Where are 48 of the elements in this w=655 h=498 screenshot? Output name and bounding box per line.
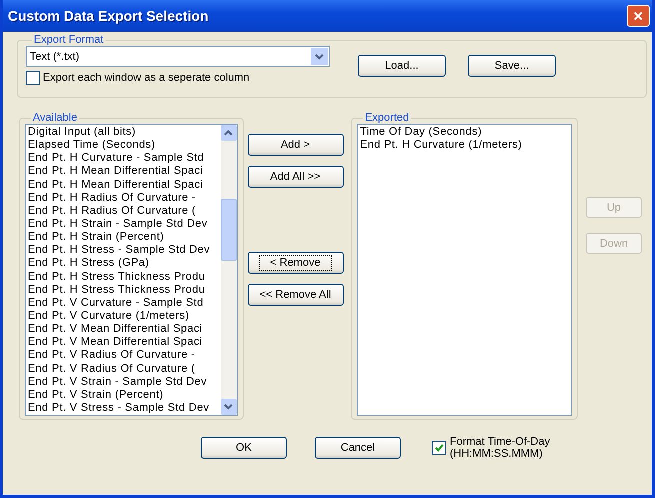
dialog-button[interactable]: OK bbox=[201, 437, 287, 459]
scrollbar[interactable] bbox=[220, 125, 237, 415]
list-item[interactable]: End Pt. V Curvature - Sample Std bbox=[28, 296, 219, 310]
list-item[interactable]: End Pt. V Mean Differential Spaci bbox=[28, 336, 219, 350]
list-item[interactable]: End Pt. V Radius Of Curvature - bbox=[28, 349, 219, 363]
list-item[interactable]: Time Of Day (Seconds) bbox=[360, 126, 569, 140]
list-item[interactable]: Elapsed Time (Seconds) bbox=[28, 139, 219, 152]
format-dropdown[interactable]: Text (*.txt) bbox=[26, 46, 330, 67]
list-item[interactable]: End Pt. H Curvature (1/meters) bbox=[360, 139, 569, 152]
list-item[interactable]: End Pt. H Mean Differential Spaci bbox=[28, 165, 219, 179]
close-button[interactable]: ✕ bbox=[627, 5, 650, 27]
scroll-down-icon[interactable] bbox=[220, 399, 237, 415]
checkbox[interactable] bbox=[26, 71, 40, 85]
list-item[interactable]: End Pt. H Strain - Sample Std Dev bbox=[28, 218, 219, 232]
list-item[interactable]: End Pt. H Stress Thickness Produ bbox=[28, 270, 219, 284]
exported-list[interactable]: Time Of Day (Seconds) End Pt. H Curvature (1/meters) bbox=[357, 124, 572, 416]
group-label: Export Format bbox=[33, 34, 105, 46]
list-item[interactable]: End Pt. H Stress (GPa) bbox=[28, 257, 219, 271]
transfer-button[interactable]: Add All >> bbox=[248, 166, 344, 188]
list-item[interactable]: Digital Input (all bits) bbox=[28, 126, 219, 140]
checkbox-label: (HH:MM:SS.MMM) bbox=[450, 448, 544, 460]
list-item[interactable]: End Pt. V Radius Of Curvature ( bbox=[28, 362, 219, 376]
file-button[interactable]: Load... bbox=[358, 54, 446, 76]
window-title: Custom Data Export Selection bbox=[8, 8, 209, 24]
list-item[interactable]: End Pt. V Curvature (1/meters) bbox=[28, 310, 219, 324]
group-label: Exported bbox=[364, 112, 410, 124]
checkbox[interactable] bbox=[432, 441, 446, 455]
list-item[interactable]: End Pt. H Stress Thickness Produ bbox=[28, 284, 219, 297]
list-item[interactable]: End Pt. V Strain (Percent) bbox=[28, 388, 219, 402]
list-item[interactable]: End Pt. H Radius Of Curvature - bbox=[28, 192, 219, 205]
transfer-button[interactable]: Add > bbox=[248, 134, 344, 156]
scroll-up-icon[interactable] bbox=[220, 125, 237, 141]
transfer-button[interactable]: < Remove bbox=[248, 252, 344, 274]
list-item[interactable]: End Pt. H Radius Of Curvature ( bbox=[28, 204, 219, 218]
list-item[interactable]: End Pt. H Strain (Percent) bbox=[28, 231, 219, 244]
list-item[interactable]: End Pt. V Mean Differential Spaci bbox=[28, 323, 219, 336]
checkbox-label: Format Time-Of-Day bbox=[450, 436, 550, 448]
scroll-thumb[interactable] bbox=[220, 199, 237, 261]
list-item[interactable]: End Pt. V Stress - Sample Std Dev bbox=[28, 402, 219, 415]
dialog-button[interactable]: Cancel bbox=[315, 437, 401, 459]
list-item[interactable]: End Pt. H Curvature - Sample Std bbox=[28, 152, 219, 166]
file-button[interactable]: Save... bbox=[468, 54, 556, 76]
list-item[interactable]: End Pt. V Strain - Sample Std Dev bbox=[28, 376, 219, 389]
transfer-button[interactable]: << Remove All bbox=[248, 284, 344, 306]
checkbox-label: Export each window as a seperate column bbox=[43, 72, 250, 84]
list-item[interactable]: End Pt. H Stress - Sample Std Dev bbox=[28, 244, 219, 258]
group-label: Available bbox=[32, 112, 78, 124]
list-item[interactable]: End Pt. H Mean Differential Spaci bbox=[28, 178, 219, 192]
